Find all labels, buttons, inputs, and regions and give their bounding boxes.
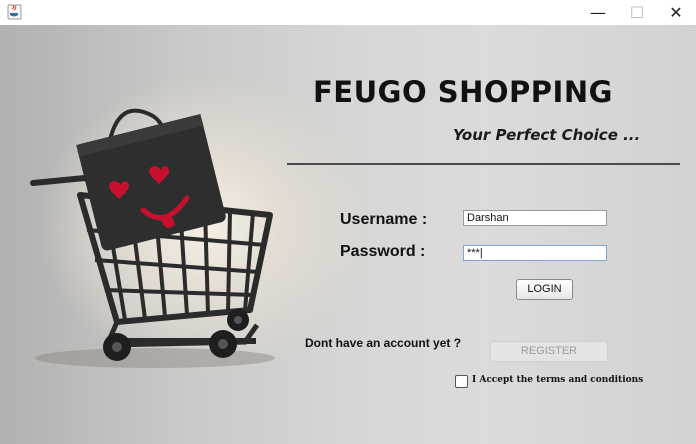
minimize-button[interactable]: — <box>580 0 616 25</box>
login-button[interactable]: LOGIN <box>516 279 573 300</box>
close-button[interactable]: ✕ <box>658 0 694 25</box>
divider <box>287 163 680 165</box>
no-account-prompt: Dont have an account yet ? <box>305 336 462 350</box>
terms-label[interactable]: I Accept the terms and conditions <box>472 375 643 385</box>
login-panel: FEUGO SHOPPING Your Perfect Choice ... U… <box>0 25 696 444</box>
shopping-cart-illustration <box>30 108 275 368</box>
register-button[interactable]: REGISTER <box>490 341 608 362</box>
maximize-button[interactable]: ☐ <box>619 0 655 25</box>
app-title: FEUGO SHOPPING <box>313 75 613 109</box>
username-input[interactable]: Darshan <box>463 210 607 226</box>
password-input[interactable]: ***| <box>463 245 607 261</box>
tagline: Your Perfect Choice ... <box>453 126 641 144</box>
password-label: Password : <box>340 243 426 260</box>
username-label: Username : <box>340 211 428 228</box>
terms-checkbox[interactable] <box>455 375 468 388</box>
title-bar: — ☐ ✕ <box>0 0 696 25</box>
java-app-icon <box>7 4 22 20</box>
